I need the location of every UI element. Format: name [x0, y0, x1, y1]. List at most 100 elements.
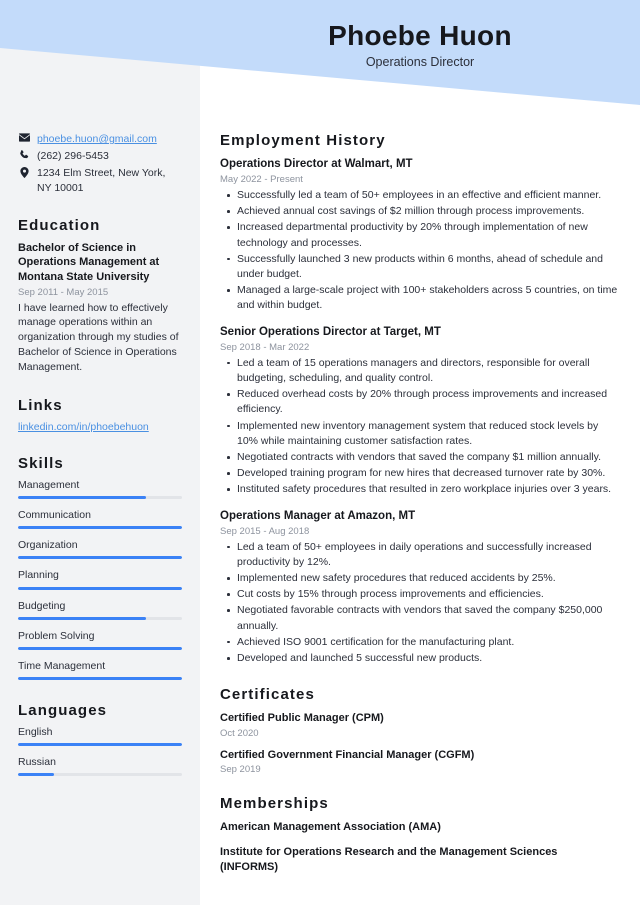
- employment-list: Operations Director at Walmart, MT May 20…: [220, 157, 618, 666]
- skill-label: Budgeting: [18, 599, 66, 612]
- skill-item: Problem Solving: [18, 630, 182, 650]
- skill-item: Planning: [18, 569, 182, 590]
- skill-label: Organization: [18, 539, 78, 552]
- employment-heading: Employment History: [220, 132, 386, 149]
- certificate-entry: Certified Public Manager (CPM) Oct 2020: [220, 711, 618, 738]
- contact-value: 1234 Elm Street, New York, NY 10001: [37, 167, 166, 194]
- contact-row: (262) 296-5453: [18, 149, 182, 163]
- certificate-date: Sep 2019: [220, 763, 261, 775]
- employment-bullet: Developed and launched 5 successful new …: [220, 651, 618, 666]
- employment-bullet: Led a team of 50+ employees in daily ope…: [220, 540, 618, 570]
- skill-item: Time Management: [18, 660, 182, 680]
- language-label: Russian: [18, 756, 56, 769]
- contact-value: (262) 296-5453: [37, 150, 109, 163]
- employment-bullet: Implemented new safety procedures that r…: [220, 571, 618, 586]
- membership-entry: American Management Association (AMA): [220, 820, 441, 833]
- language-item: Russian: [18, 756, 182, 777]
- skill-level-bar: [18, 556, 182, 560]
- employment-role: Operations Manager at Amazon, MT: [220, 509, 416, 522]
- languages-list: English Russian: [18, 725, 182, 777]
- location-pin-icon: [18, 166, 30, 179]
- education-description: I have learned how to effectively manage…: [18, 301, 179, 374]
- education-section: Education Bachelor of Science in Operati…: [18, 217, 182, 375]
- phone-icon: [18, 149, 30, 160]
- skill-level-fill: [18, 616, 146, 620]
- certificate-name: Certified Public Manager (CPM): [220, 712, 384, 725]
- employment-bullet: Increased departmental productivity by 2…: [220, 220, 618, 250]
- language-label: English: [18, 725, 53, 738]
- skill-item: Communication: [18, 509, 182, 530]
- memberships-section: Memberships American Management Associat…: [220, 795, 618, 875]
- employment-bullet: Instituted safety procedures that result…: [220, 482, 618, 497]
- skill-label: Planning: [18, 569, 59, 582]
- employment-entry: Senior Operations Director at Target, MT…: [220, 325, 618, 498]
- employment-date: May 2022 - Present: [220, 173, 303, 185]
- header-subtitle: Operations Director: [365, 55, 475, 70]
- skill-level-fill: [18, 496, 146, 500]
- employment-bullet-list: Successfully led a team of 50+ employees…: [220, 188, 618, 314]
- skill-level-bar: [18, 586, 182, 590]
- employment-bullet-list: Led a team of 50+ employees in daily ope…: [220, 540, 618, 667]
- resume-page: Phoebe Huon Operations Director phoebe.h…: [0, 0, 640, 905]
- skill-level-bar: [18, 646, 182, 650]
- employment-entry: Operations Manager at Amazon, MT Sep 2015…: [220, 509, 618, 667]
- employment-bullet: Achieved annual cost savings of $2 milli…: [220, 204, 618, 219]
- skill-level-bar: [18, 616, 182, 620]
- header-text-block: Phoebe Huon Operations Director: [200, 20, 640, 69]
- envelope-icon: [18, 132, 30, 142]
- link-item[interactable]: linkedin.com/in/phoebehuon: [18, 421, 182, 433]
- skills-list: Management Communication Organization Plann…: [18, 479, 182, 680]
- skill-item: Management: [18, 479, 182, 500]
- employment-bullet: Successfully led a team of 50+ employees…: [220, 188, 618, 203]
- language-level-fill: [18, 743, 182, 747]
- certificates-list: Certified Public Manager (CPM) Oct 2020 Ce…: [220, 711, 618, 775]
- employment-bullet: Managed a large-scale project with 100+ …: [220, 283, 618, 313]
- contact-row: 1234 Elm Street, New York, NY 10001: [18, 166, 182, 194]
- membership-entry: Institute for Operations Research and th…: [220, 845, 558, 873]
- employment-date: Sep 2018 - Mar 2022: [220, 341, 310, 353]
- employment-entry: Operations Director at Walmart, MT May 20…: [220, 157, 618, 314]
- main-content: Employment History Operations Director a…: [200, 132, 640, 894]
- links-heading: Links: [18, 397, 63, 415]
- employment-role: Senior Operations Director at Target, MT: [220, 325, 441, 338]
- skill-level-fill: [18, 646, 182, 650]
- skill-level-fill: [18, 556, 182, 560]
- links-list: linkedin.com/in/phoebehuon: [18, 421, 182, 433]
- employment-bullet: Achieved ISO 9001 certification for the …: [220, 635, 618, 650]
- education-date: Sep 2011 - May 2015: [18, 286, 109, 298]
- contact-email-link[interactable]: phoebe.huon@gmail.com: [37, 132, 182, 146]
- certificate-date: Oct 2020: [220, 727, 259, 739]
- language-level-bar: [18, 773, 182, 777]
- skill-label: Management: [18, 479, 80, 492]
- skill-label: Communication: [18, 509, 91, 522]
- certificates-section: Certificates Certified Public Manager (C…: [220, 686, 618, 775]
- education-heading: Education: [18, 216, 101, 234]
- skill-label: Problem Solving: [18, 629, 95, 642]
- language-level-bar: [18, 743, 182, 747]
- contact-row[interactable]: phoebe.huon@gmail.com: [18, 132, 182, 146]
- certificate-entry: Certified Government Financial Manager (…: [220, 748, 618, 775]
- education-degree: Bachelor of Science in Operations Manage…: [18, 241, 160, 283]
- memberships-list: American Management Association (AMA) Ins…: [220, 820, 618, 875]
- employment-bullet: Negotiated contracts with vendors that s…: [220, 450, 618, 465]
- skill-level-bar: [18, 496, 182, 500]
- contact-list: phoebe.huon@gmail.com (262) 296-5453 1234 …: [18, 132, 182, 195]
- link-label[interactable]: linkedin.com/in/phoebehuon: [18, 421, 149, 433]
- languages-heading: Languages: [18, 701, 108, 719]
- skill-item: Organization: [18, 539, 182, 560]
- language-item: English: [18, 725, 182, 747]
- language-level-fill: [18, 773, 55, 777]
- memberships-heading: Memberships: [220, 794, 329, 812]
- employment-role: Operations Director at Walmart, MT: [220, 158, 413, 170]
- skills-heading: Skills: [18, 455, 64, 473]
- employment-bullet: Negotiated favorable contracts with vend…: [220, 603, 618, 633]
- employment-section: Employment History Operations Director a…: [220, 132, 618, 666]
- employment-bullet: Reduced overhead costs by 20% through pr…: [220, 387, 618, 417]
- skill-level-fill: [18, 526, 182, 530]
- employment-bullet-list: Led a team of 15 operations managers and…: [220, 356, 618, 498]
- certificates-heading: Certificates: [220, 686, 315, 704]
- employment-bullet: Implemented new inventory management sys…: [220, 419, 618, 449]
- employment-bullet: Developed training program for new hires…: [220, 466, 618, 481]
- languages-section: Languages English Russian: [18, 701, 182, 777]
- employment-date: Sep 2015 - Aug 2018: [220, 525, 310, 537]
